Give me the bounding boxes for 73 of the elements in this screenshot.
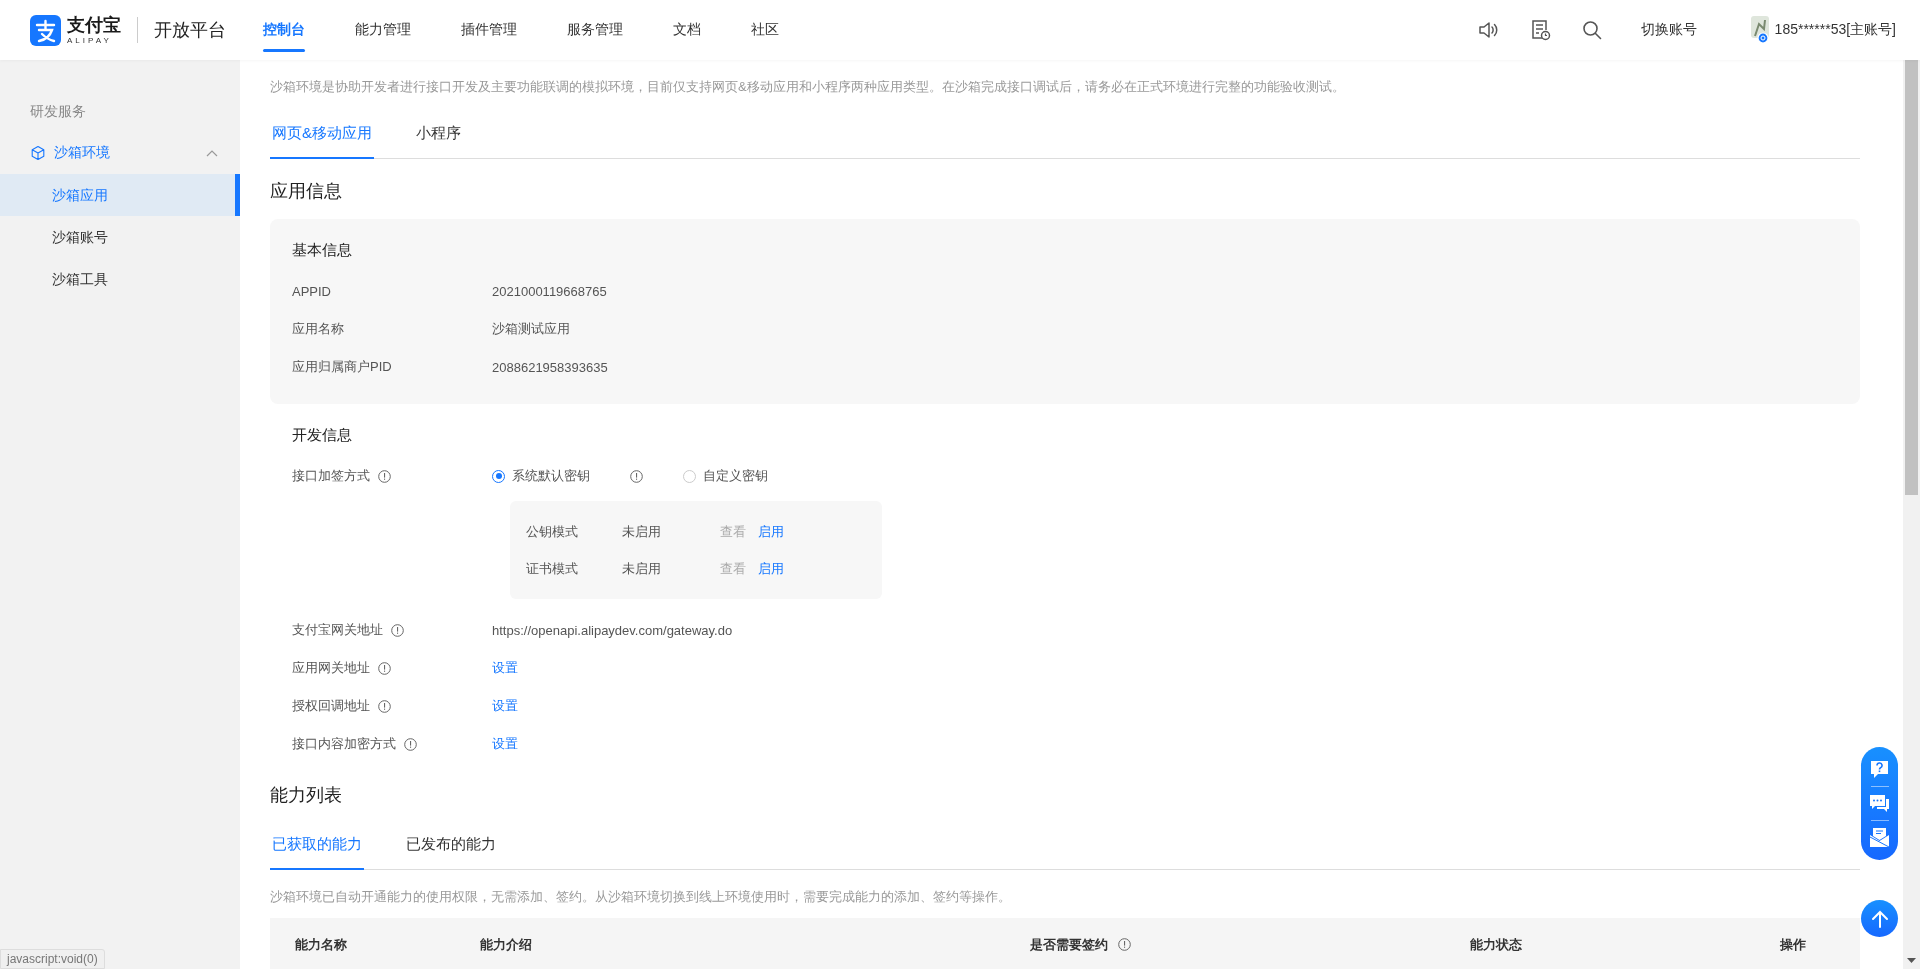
nav-tab[interactable]: 服务管理 (542, 0, 648, 60)
speaker-icon[interactable] (1476, 19, 1499, 41)
tab[interactable]: 网页&移动应用 (270, 112, 374, 159)
radio-option[interactable]: 自定义密钥 (683, 467, 768, 485)
logo-subtitle: ALIPAY (67, 36, 113, 45)
field-label: 应用归属商户PID (292, 358, 392, 376)
arrow-down-icon (1907, 958, 1916, 963)
tab[interactable]: 小程序 (414, 112, 463, 159)
search-icon[interactable] (1580, 19, 1603, 41)
section-note: 沙箱环境已自动开通能力的使用权限，无需添加、签约。从沙箱环境切换到线上环境使用时，需要完成能力的添加、签约等操作。 (270, 888, 1012, 906)
nav-tab[interactable]: 能力管理 (330, 0, 436, 60)
cube-icon (30, 145, 46, 161)
sidebar-group[interactable]: 沙箱环境 (0, 132, 240, 174)
back-to-top-button[interactable] (1861, 900, 1898, 937)
field-label: 授权回调地址 (292, 697, 370, 715)
sidebar-item[interactable]: 沙箱账号 (0, 216, 240, 258)
field-label: 应用网关地址 (292, 659, 370, 677)
enable-link[interactable]: 启用 (758, 522, 784, 541)
card-title: 基本信息 (292, 241, 353, 260)
field-value: 2088621958393635 (492, 359, 608, 375)
platform-title: 开放平台 (154, 19, 226, 42)
nav-tab[interactable]: 文档 (648, 0, 726, 60)
nav-tab[interactable]: 社区 (726, 0, 804, 60)
user-name[interactable]: 185******53[主账号] (1774, 21, 1896, 39)
column-header: 能力名称 (295, 935, 347, 954)
section-title: 能力列表 (270, 784, 343, 807)
column-header: 是否需要签约 (1030, 935, 1108, 954)
switch-account-link[interactable]: 切换账号 (1640, 21, 1697, 39)
sidebar-item[interactable]: 沙箱工具 (0, 258, 240, 300)
info-icon (378, 469, 391, 483)
logo-icon (30, 14, 61, 46)
sidebar-section-title: 研发服务 (29, 102, 87, 121)
column-header: 能力状态 (1470, 935, 1522, 954)
subsection-title: 开发信息 (292, 426, 353, 445)
field-value: 沙箱测试应用 (492, 320, 570, 338)
scrollbar[interactable] (1903, 60, 1920, 969)
browser-status-bar: javascript:void(0) (0, 949, 105, 969)
field-value: 2021000119668765 (492, 283, 607, 299)
help-icon[interactable] (1869, 759, 1890, 780)
field-label: APPID (292, 283, 331, 299)
nav-tab[interactable]: 插件管理 (436, 0, 542, 60)
field-value: https://openapi.alipaydev.com/gateway.do (492, 622, 733, 638)
chat-icon[interactable] (1869, 793, 1890, 814)
tab[interactable]: 已获取的能力 (270, 823, 364, 870)
info-icon (391, 623, 404, 637)
field-label: 支付宝网关地址 (292, 621, 383, 639)
field-label: 接口内容加密方式 (292, 735, 396, 753)
field-label: 接口加签方式 (292, 467, 370, 485)
info-icon (378, 661, 391, 675)
info-icon (378, 699, 391, 713)
info-icon (404, 737, 417, 751)
enable-link[interactable]: 启用 (758, 559, 784, 578)
column-header: 能力介绍 (480, 935, 532, 954)
mode-status: 未启用 (622, 559, 662, 578)
sidebar-item[interactable]: 沙箱应用 (0, 174, 240, 216)
field-label: 应用名称 (292, 320, 344, 338)
mode-status: 未启用 (622, 522, 662, 541)
logo-text: 支付宝 (67, 15, 121, 34)
settings-link[interactable]: 设置 (492, 659, 518, 677)
column-header: 操作 (1780, 935, 1806, 954)
settings-link[interactable]: 设置 (492, 735, 518, 753)
arrow-up-icon (1870, 908, 1889, 929)
scrollbar-thumb[interactable] (1905, 60, 1918, 495)
mode-name: 证书模式 (525, 559, 579, 578)
avatar-icon (1748, 16, 1771, 44)
settings-link[interactable]: 设置 (492, 697, 518, 715)
nav-tab[interactable]: 控制台 (238, 0, 330, 60)
mode-name: 公钥模式 (525, 522, 579, 541)
page-description: 沙箱环境是协助开发者进行接口开发及主要功能联调的模拟环境，目前仅支持网页&移动应用和小程序两种应用类型。在沙箱完成接口调试后，请务必在正式环境进行完整的功能验收测试。 (270, 78, 1346, 96)
tab[interactable]: 已发布的能力 (404, 823, 498, 870)
radio-option[interactable]: 系统默认密钥 (492, 467, 590, 485)
section-title: 应用信息 (270, 180, 343, 203)
mail-icon[interactable] (1869, 827, 1890, 848)
